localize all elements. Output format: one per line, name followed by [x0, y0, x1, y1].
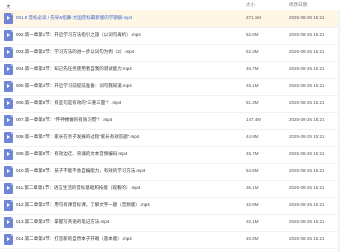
file-size: 271.1M: [246, 15, 262, 20]
file-date: 2025-08-25 15:21: [289, 151, 325, 156]
file-size: 32.8M: [246, 202, 259, 207]
file-row[interactable]: 006.第一章第5节：有些句是有效的“三重三面”！.mp4 51.3M 2025…: [0, 95, 340, 113]
file-size: 52.3M: [246, 49, 259, 54]
video-file-icon: [4, 13, 13, 24]
sort-desc-icon[interactable]: ▼: [7, 4, 10, 8]
file-name: 014.第二章第4节：打造新的自然本子开端（基本版）.mp4: [16, 236, 132, 241]
file-name: 006.第一章第5节：有些句是有效的“三重三面”！.mp4: [16, 100, 122, 105]
file-row[interactable]: 004.第一章第3节：知己先任务使用者自我的测试能力.mp4 46.7M 202…: [0, 61, 340, 79]
file-name: 001.8 音标必读 / 先导&招募-大国音标最新版的学期册.mp4: [16, 15, 133, 20]
file-date: 2025-08-25 15:21: [289, 66, 325, 71]
file-row[interactable]: 011.第二章第1节：语言生活的音标基础和技能（观看的）.mp4 36.1M 2…: [0, 180, 340, 198]
file-size: 147.4M: [246, 117, 262, 122]
file-name: 002.第一章第1节：开启学习方法指引之旅（以词句再析）.mp4: [16, 32, 141, 37]
file-date: 2025-08-25 15:21: [289, 49, 325, 54]
file-date: 2025-08-25 15:21: [289, 219, 325, 224]
file-size: 44.8M: [246, 134, 259, 139]
file-date: 2025-08-25 15:21: [289, 100, 325, 105]
column-header-size[interactable]: 大小: [246, 2, 255, 8]
file-row[interactable]: 010.第一章第9节：孩子不能不会自编能力，有效的学习方法.mp4 54.6M …: [0, 163, 340, 181]
file-name: 012.第二章第2节：用句有课音标课，了解文字一题（音频版）.mp4: [16, 202, 150, 207]
video-file-icon: [4, 234, 13, 245]
file-name: 008.第一章第7节：家长在亲子发展的过程“家长有效答题”.mp4: [16, 134, 140, 139]
file-row[interactable]: 005.第一章第4节：开启学习前提前准备：词句我知道.mp4 46.1M 202…: [0, 78, 340, 96]
file-row[interactable]: 008.第一章第7节：家长在亲子发展的过程“家长有效答题”.mp4 44.8M …: [0, 129, 340, 147]
file-name: 007.第一章第6节：“怀神楼做的有效习惯”！.mp4: [16, 117, 113, 122]
file-date: 2025-08-25 15:21: [289, 83, 325, 88]
file-name: 009.第一章第8节：有效边迁、背诵的文本音频编码.mp4: [16, 151, 128, 156]
file-date: 2025-08-25 15:21: [289, 117, 325, 122]
video-file-icon: [4, 183, 13, 194]
file-date: 2025-08-25 15:21: [289, 32, 325, 37]
video-file-icon: [4, 132, 13, 143]
column-header-date[interactable]: 修改日期: [289, 2, 307, 8]
video-file-icon: [4, 217, 13, 228]
video-file-icon: [4, 30, 13, 41]
video-file-icon: [4, 200, 13, 211]
file-size: 46.7M: [246, 66, 259, 71]
video-file-icon: [4, 149, 13, 160]
file-name: 010.第一章第9节：孩子不能不会自编能力，有效的学习方法.mp4: [16, 168, 146, 173]
file-name: 004.第一章第3节：知己先任务使用者自我的测试能力.mp4: [16, 66, 132, 71]
file-row[interactable]: 009.第一章第8节：有效边迁、背诵的文本音频编码.mp4 45.7M 2025…: [0, 146, 340, 164]
video-file-icon: [4, 47, 13, 58]
file-row[interactable]: 007.第一章第6节：“怀神楼做的有效习惯”！.mp4 147.4M 2025-…: [0, 112, 340, 130]
file-date: 2025-08-25 15:21: [289, 202, 325, 207]
file-row[interactable]: 013.第二章第3节：掌握写英语的笔记方法.mp4 32.1M 2025-08-…: [0, 214, 340, 232]
video-file-icon: [4, 166, 13, 177]
file-name: 011.第二章第1节：语言生活的音标基础和技能（观看的）.mp4: [16, 185, 141, 190]
file-size: 45.7M: [246, 151, 259, 156]
file-row[interactable]: 012.第二章第2节：用句有课音标课，了解文字一题（音频版）.mp4 32.8M…: [0, 197, 340, 215]
file-size: 54.6M: [246, 168, 259, 173]
file-row[interactable]: 014.第二章第4节：打造新的自然本子开端（基本版）.mp4 40.6M 202…: [0, 231, 340, 249]
video-file-icon: [4, 98, 13, 109]
file-date: 2025-08-25 15:21: [289, 15, 325, 20]
file-size: 46.1M: [246, 83, 259, 88]
video-file-icon: [4, 64, 13, 75]
file-size: 32.1M: [246, 219, 259, 224]
file-size: 51.3M: [246, 100, 259, 105]
video-file-icon: [4, 81, 13, 92]
file-row[interactable]: 003.第一章第2节：学习方法的进一步以词句为例（2）.mp4 52.3M 20…: [0, 44, 340, 62]
file-date: 2025-08-25 15:21: [289, 168, 325, 173]
file-date: 2025-08-25 15:21: [289, 236, 325, 241]
file-size: 40.6M: [246, 236, 259, 241]
file-row[interactable]: 002.第一章第1节：开启学习方法指引之旅（以词句再析）.mp4 52.6M 2…: [0, 27, 340, 45]
file-size: 36.1M: [246, 185, 259, 190]
file-size: 52.6M: [246, 32, 259, 37]
file-date: 2025-08-25 15:21: [289, 185, 325, 190]
video-file-icon: [4, 115, 13, 126]
file-name: 003.第一章第2节：学习方法的进一步以词句为例（2）.mp4: [16, 49, 135, 54]
file-name: 013.第二章第3节：掌握写英语的笔记方法.mp4: [16, 219, 110, 224]
file-date: 2025-08-25 15:21: [289, 134, 325, 139]
file-name: 005.第一章第4节：开启学习前提前准备：词句我知道.mp4: [16, 83, 132, 88]
file-row[interactable]: 001.8 音标必读 / 先导&招募-大国音标最新版的学期册.mp4 271.1…: [0, 10, 340, 28]
